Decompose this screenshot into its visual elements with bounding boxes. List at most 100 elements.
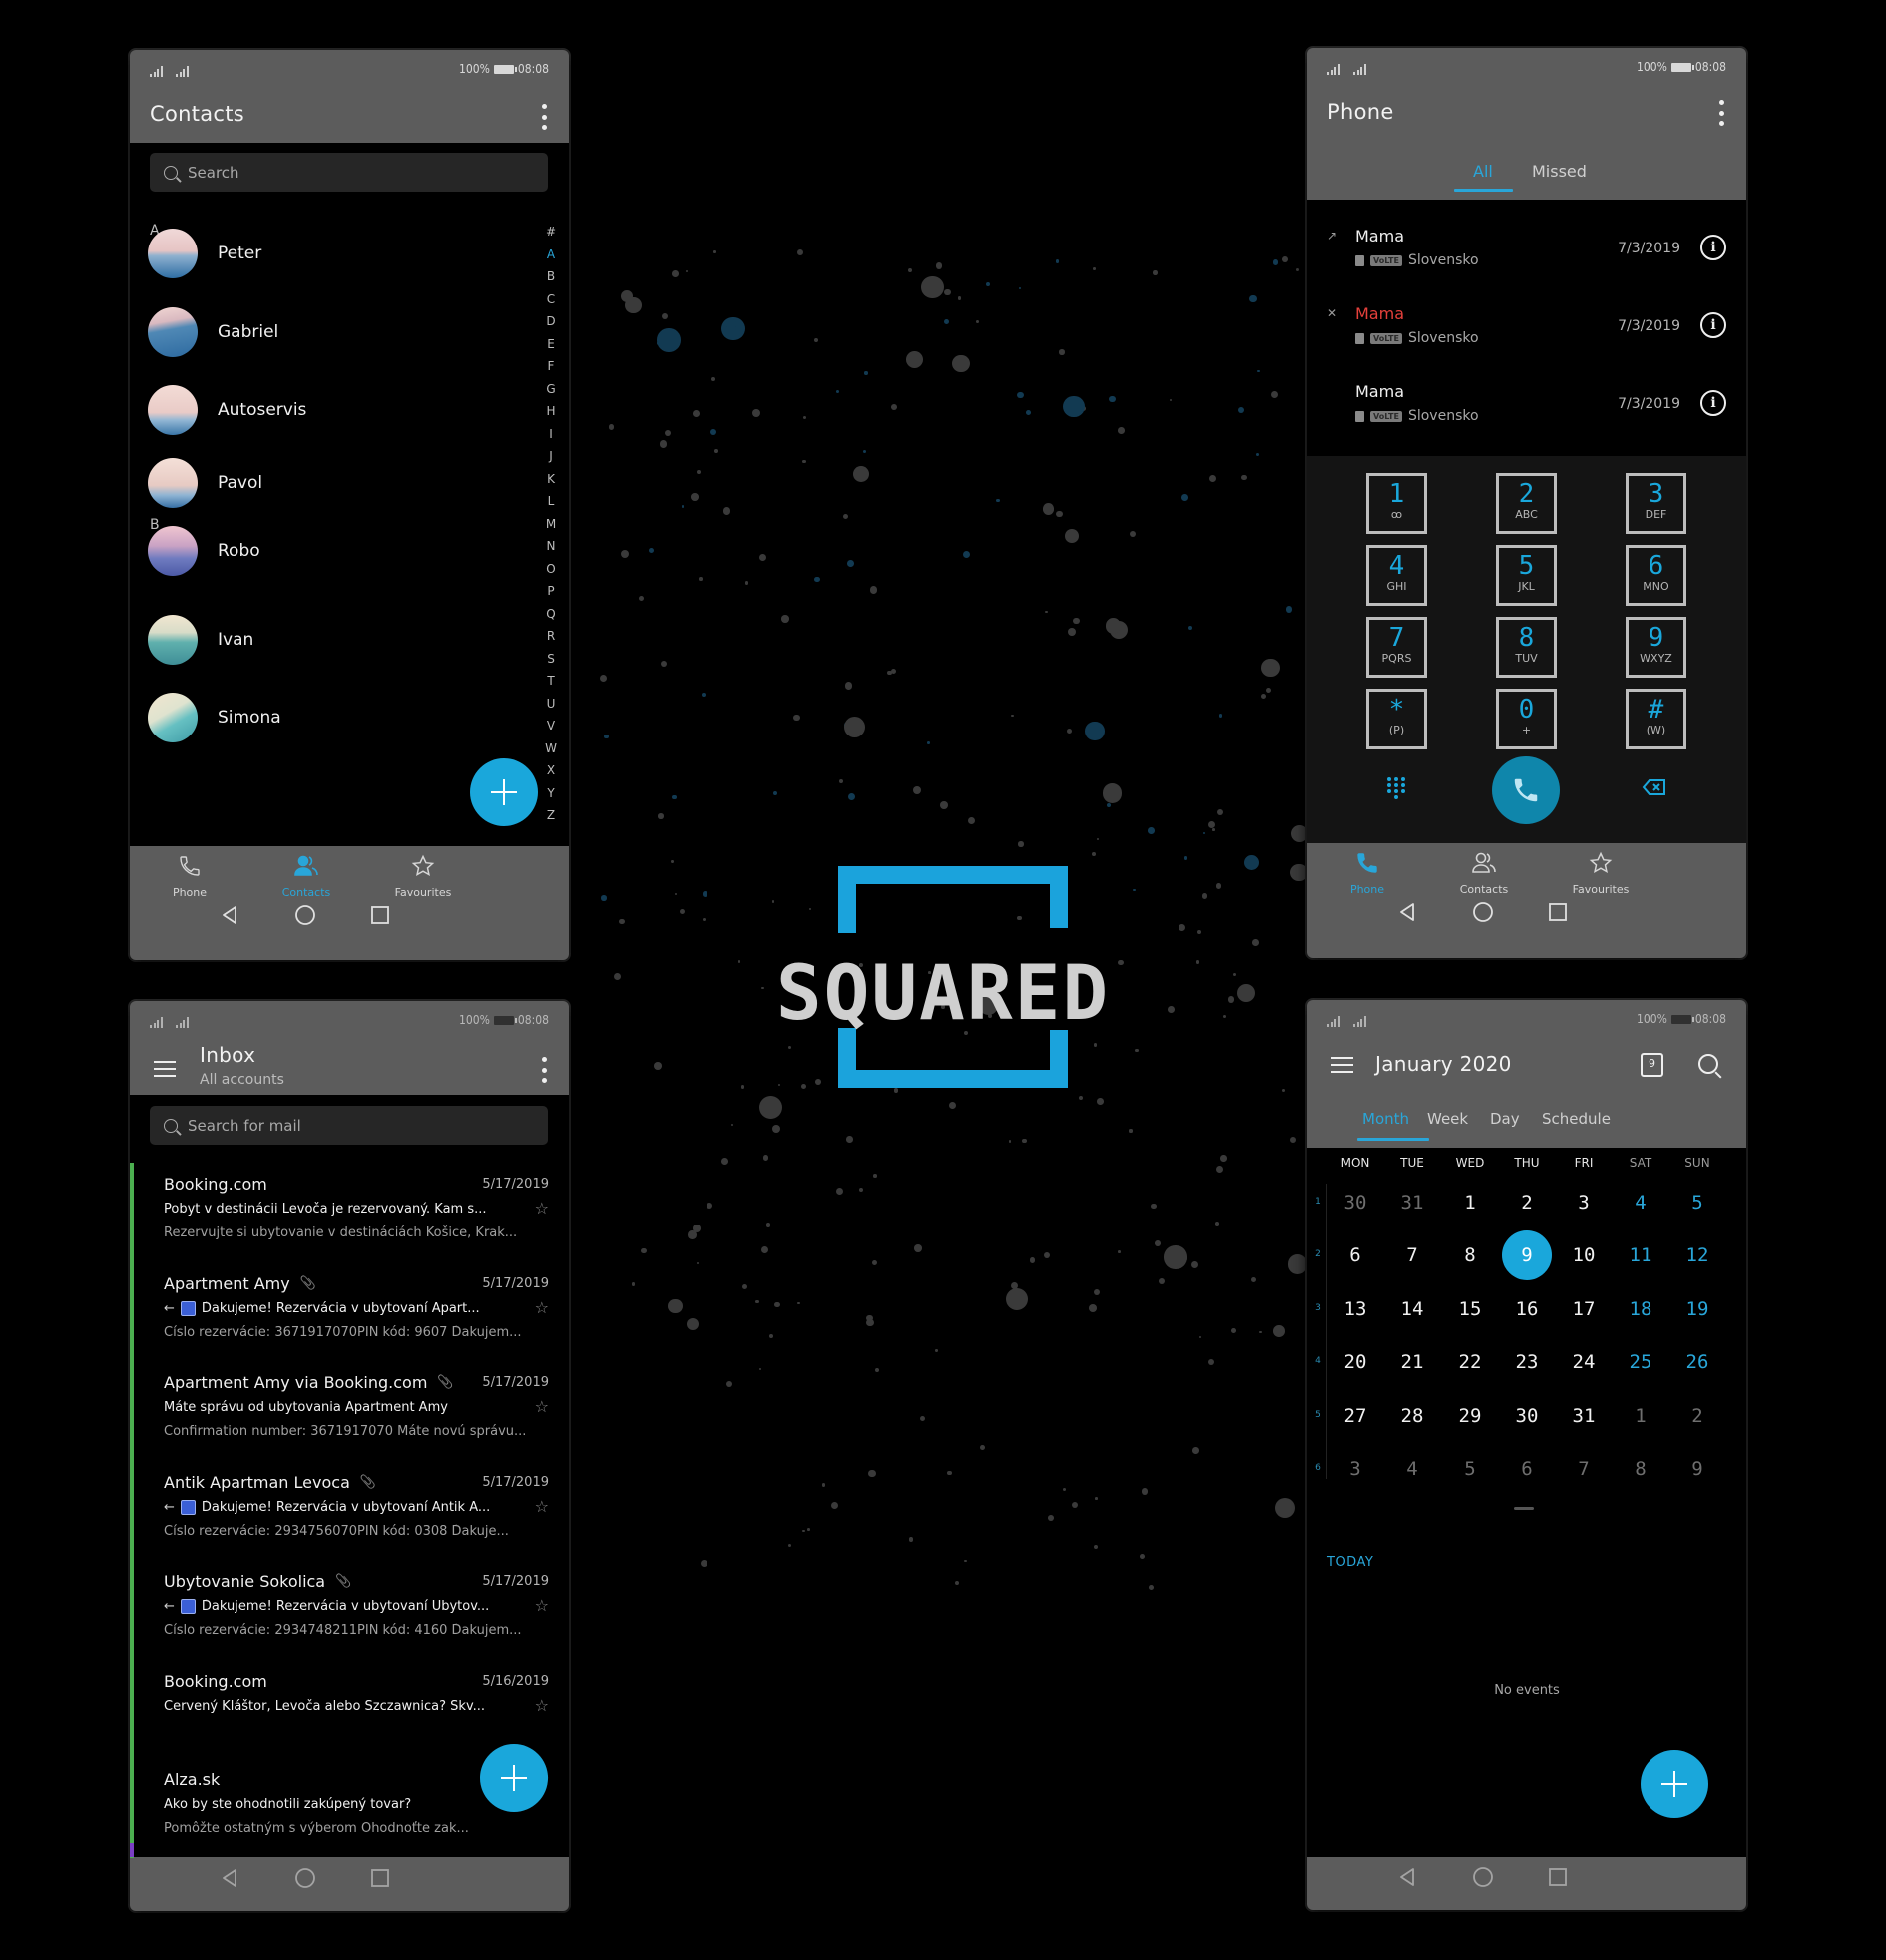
calendar-day[interactable]: 12 (1672, 1230, 1722, 1280)
back-icon[interactable] (220, 1867, 239, 1893)
index-letter[interactable]: B (541, 269, 561, 283)
email-item[interactable]: Apartment Amy 📎 5/17/2019 ← Ďakujeme! Rezerv… (130, 1261, 569, 1374)
backspace-icon[interactable] (1642, 777, 1667, 801)
calendar-day[interactable]: 9 (1672, 1444, 1722, 1494)
call-button[interactable] (1492, 756, 1560, 824)
home-icon[interactable] (1472, 1866, 1494, 1892)
recents-icon[interactable] (370, 904, 390, 930)
dial-key[interactable]: 9 WXYZ (1626, 617, 1686, 678)
dial-key[interactable]: 1ꝏ (1366, 473, 1427, 534)
calendar-day[interactable]: 27 (1330, 1391, 1380, 1441)
nav-tab-contacts[interactable]: Contacts (1424, 851, 1544, 896)
email-item[interactable]: Antik Apartman Levoca 📎 5/17/2019 ← Ďakujeme… (130, 1460, 569, 1573)
nav-tab-contacts[interactable]: Contacts (246, 854, 366, 899)
contact-item[interactable]: Simona (130, 688, 529, 747)
recents-icon[interactable] (1548, 1866, 1568, 1892)
calendar-day[interactable]: 4 (1616, 1178, 1665, 1227)
call-log-item[interactable]: ✕ Mama VoLTE Slovensko 7/3/2019 i (1307, 304, 1746, 374)
index-letter[interactable]: D (541, 314, 561, 328)
tab-missed[interactable]: Missed (1532, 162, 1587, 181)
search-icon[interactable] (1698, 1054, 1722, 1079)
call-log-item[interactable]: ↗ Mama VoLTE Slovensko 7/3/2019 i (1307, 227, 1746, 296)
home-icon[interactable] (294, 904, 316, 930)
dial-key[interactable]: 3 DEF (1626, 473, 1686, 534)
add-contact-button[interactable] (470, 758, 538, 826)
call-log-item[interactable]: Mama VoLTE Slovensko 7/3/2019 i (1307, 382, 1746, 452)
nav-tab-favourites[interactable]: Favourites (1541, 851, 1660, 896)
index-letter[interactable]: C (541, 292, 561, 306)
index-letter[interactable]: G (541, 382, 561, 396)
tab-all[interactable]: All (1473, 162, 1493, 181)
drag-handle[interactable] (1514, 1507, 1534, 1510)
index-letter[interactable]: K (541, 472, 561, 486)
contact-item[interactable]: Gabriel (130, 302, 529, 362)
dial-key[interactable]: # (W) (1626, 689, 1686, 749)
contact-item[interactable]: Autoservis (130, 380, 529, 440)
index-letter[interactable]: Y (541, 786, 561, 800)
index-letter[interactable]: L (541, 494, 561, 508)
search-input[interactable]: Search (150, 153, 548, 192)
index-letter[interactable]: Q (541, 607, 561, 621)
tab-month[interactable]: Month (1362, 1110, 1409, 1128)
nav-tab-phone[interactable]: Phone (130, 854, 249, 899)
calendar-day[interactable]: 13 (1330, 1284, 1380, 1334)
index-letter[interactable]: Z (541, 808, 561, 822)
info-icon[interactable]: i (1700, 390, 1726, 416)
calendar-day[interactable]: 1 (1445, 1178, 1495, 1227)
star-icon[interactable]: ☆ (535, 1397, 549, 1416)
star-icon[interactable]: ☆ (535, 1497, 549, 1516)
menu-icon[interactable] (1331, 1057, 1353, 1073)
calendar-day[interactable]: 6 (1502, 1444, 1552, 1494)
dialpad-toggle-icon[interactable] (1383, 775, 1409, 801)
calendar-day[interactable]: 2 (1502, 1178, 1552, 1227)
back-icon[interactable] (1397, 1866, 1417, 1892)
index-letter[interactable]: # (541, 225, 561, 239)
calendar-day[interactable]: 19 (1672, 1284, 1722, 1334)
calendar-day[interactable]: 6 (1330, 1230, 1380, 1280)
calendar-day[interactable]: 2 (1672, 1391, 1722, 1441)
index-letter[interactable]: T (541, 674, 561, 688)
dial-key[interactable]: 6 MNO (1626, 545, 1686, 606)
calendar-day[interactable]: 8 (1616, 1444, 1665, 1494)
calendar-day[interactable]: 23 (1502, 1337, 1552, 1387)
calendar-day[interactable]: 26 (1672, 1337, 1722, 1387)
index-letter[interactable]: M (541, 517, 561, 531)
info-icon[interactable]: i (1700, 235, 1726, 260)
calendar-day[interactable]: 11 (1616, 1230, 1665, 1280)
calendar-day[interactable]: 10 (1559, 1230, 1609, 1280)
calendar-day[interactable]: 14 (1387, 1284, 1437, 1334)
index-letter[interactable]: S (541, 652, 561, 666)
index-letter[interactable]: J (541, 449, 561, 463)
index-letter[interactable]: N (541, 539, 561, 553)
calendar-day[interactable]: 30 (1330, 1178, 1380, 1227)
calendar-day[interactable]: 5 (1445, 1444, 1495, 1494)
search-mail-input[interactable]: Search for mail (150, 1106, 548, 1145)
compose-button[interactable] (480, 1744, 548, 1812)
calendar-day[interactable]: 25 (1616, 1337, 1665, 1387)
index-letter[interactable]: R (541, 629, 561, 643)
more-options-icon[interactable] (539, 104, 549, 130)
contact-item[interactable]: Ivan (130, 610, 529, 670)
calendar-day[interactable]: 28 (1387, 1391, 1437, 1441)
dial-key[interactable]: 0 + (1496, 689, 1557, 749)
home-icon[interactable] (1472, 901, 1494, 927)
dial-key[interactable]: 4 GHI (1366, 545, 1427, 606)
dial-key[interactable]: 7 PQRS (1366, 617, 1427, 678)
tab-day[interactable]: Day (1490, 1110, 1520, 1128)
dial-key[interactable]: 8 TUV (1496, 617, 1557, 678)
index-letter[interactable]: F (541, 359, 561, 373)
tab-week[interactable]: Week (1427, 1110, 1468, 1128)
calendar-day[interactable]: 17 (1559, 1284, 1609, 1334)
calendar-day[interactable]: 29 (1445, 1391, 1495, 1441)
add-event-button[interactable] (1641, 1750, 1708, 1818)
calendar-day[interactable]: 30 (1502, 1391, 1552, 1441)
contact-item[interactable]: Peter (130, 224, 529, 283)
nav-tab-favourites[interactable]: Favourites (363, 854, 483, 899)
calendar-day[interactable]: 22 (1445, 1337, 1495, 1387)
calendar-day[interactable]: 24 (1559, 1337, 1609, 1387)
calendar-day[interactable]: 1 (1616, 1391, 1665, 1441)
calendar-day[interactable]: 4 (1387, 1444, 1437, 1494)
calendar-day[interactable]: 31 (1387, 1178, 1437, 1227)
index-letter[interactable]: E (541, 337, 561, 351)
calendar-day[interactable]: 31 (1559, 1391, 1609, 1441)
